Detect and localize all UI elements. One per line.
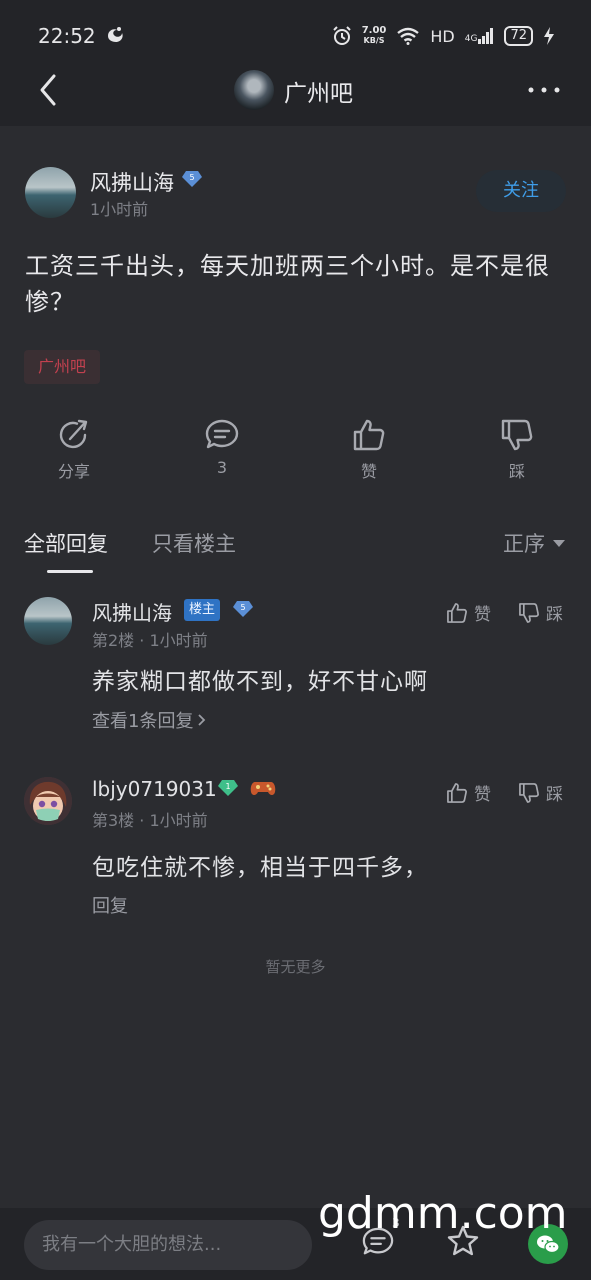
more-options-icon[interactable] <box>527 78 561 102</box>
reply-text: 包吃住就不惨，相当于四千多， <box>92 855 428 881</box>
svg-text:5: 5 <box>189 173 194 182</box>
separator-dot: · <box>139 811 150 830</box>
top-bar: 22:52 7.00 KB/S HD 4G 72 广州吧 <box>0 0 591 126</box>
view-replies-link[interactable]: 查看1条回复 <box>92 707 207 733</box>
like-label: 赞 <box>360 462 377 481</box>
comment-input[interactable]: 我有一个大胆的想法... <box>24 1220 312 1270</box>
chevron-right-icon <box>198 714 206 726</box>
reply-avatar[interactable] <box>24 597 72 645</box>
uc-browser-icon <box>108 27 123 42</box>
forum-title[interactable]: 广州吧 <box>284 74 353 108</box>
thumbs-up-icon <box>447 602 467 623</box>
share-action[interactable]: 分享 <box>26 418 122 482</box>
sort-label: 正序 <box>503 532 545 556</box>
reply-dislike-button[interactable]: 踩 <box>518 600 563 625</box>
post-time: 1小时前 <box>90 200 149 219</box>
comment-count: 3 <box>216 458 228 477</box>
cell-signal: 4G <box>465 28 495 44</box>
forum-avatar[interactable] <box>234 70 274 110</box>
post-author-name[interactable]: 风拂山海 <box>90 167 174 197</box>
level-diamond-icon: 5 <box>233 601 253 617</box>
comment-icon <box>205 419 239 449</box>
reply-meta: 第2楼 · 1小时前 <box>92 627 208 651</box>
dislike-label: 踩 <box>508 462 525 481</box>
thumbs-down-icon <box>519 602 539 623</box>
charging-icon <box>544 27 554 45</box>
tab-all-replies[interactable]: 全部回复 <box>24 528 108 558</box>
dislike-action[interactable]: 踩 <box>469 418 565 482</box>
cartoon-avatar-icon <box>24 777 72 825</box>
reply-author[interactable]: lbjy0719031 <box>92 777 217 801</box>
network-speed: 7.00 KB/S <box>361 25 387 46</box>
watermark: gdmm.com <box>318 1188 568 1239</box>
no-more-text: 暂无更多 <box>265 958 326 976</box>
level-diamond-icon: 5 <box>182 171 202 187</box>
status-icons: 7.00 KB/S HD 4G 72 <box>332 24 555 48</box>
level-diamond-icon: 1 <box>218 780 238 796</box>
signal-bars-icon <box>478 28 494 44</box>
reply-text: 养家糊口都做不到，好不甘心啊 <box>92 669 428 695</box>
reply-like-button[interactable]: 赞 <box>446 600 491 625</box>
tab-host-only[interactable]: 只看楼主 <box>152 528 236 558</box>
comment-action[interactable]: 3 <box>174 418 270 477</box>
forum-tag[interactable]: 广州吧 <box>24 350 101 384</box>
post-title: 工资三千出头，每天加班两三个小时。是不是很惨？ <box>25 252 550 316</box>
alarm-icon <box>332 26 351 45</box>
host-badge: 楼主 <box>184 599 221 621</box>
follow-button[interactable]: 关注 <box>476 170 566 212</box>
reply-like-button[interactable]: 赞 <box>446 780 491 805</box>
status-time: 22:52 <box>38 24 96 48</box>
thumbs-down-icon <box>519 782 539 803</box>
like-action[interactable]: 赞 <box>321 418 417 482</box>
battery-level: 72 <box>504 26 533 46</box>
thumbs-down-icon <box>501 419 533 451</box>
thumbs-up-icon <box>353 419 385 451</box>
caret-down-icon <box>553 539 565 547</box>
thumbs-up-icon <box>447 782 467 803</box>
reply-floor: 第2楼 <box>92 631 135 650</box>
post-author-avatar[interactable] <box>25 167 76 218</box>
reply-dislike-button[interactable]: 踩 <box>518 780 563 805</box>
reply-avatar[interactable] <box>24 777 72 825</box>
tab-underline <box>47 570 93 573</box>
hd-label: HD <box>430 26 455 46</box>
reply-floor: 第3楼 <box>92 811 135 830</box>
reply-meta: 第3楼 · 1小时前 <box>92 807 208 831</box>
sort-dropdown[interactable]: 正序 <box>503 528 565 558</box>
reply-time: 1小时前 <box>149 811 208 830</box>
game-controller-icon <box>250 782 276 795</box>
wifi-icon <box>397 27 420 45</box>
share-icon <box>59 419 88 449</box>
back-arrow-icon[interactable] <box>34 72 64 108</box>
share-label: 分享 <box>57 462 90 481</box>
reply-author[interactable]: 风拂山海 <box>92 597 172 626</box>
separator-dot: · <box>139 631 150 650</box>
svg-text:1: 1 <box>225 782 230 791</box>
reply-time: 1小时前 <box>149 631 208 650</box>
nav-bar: 广州吧 <box>0 56 591 126</box>
svg-text:5: 5 <box>240 603 245 612</box>
reply-link[interactable]: 回复 <box>92 892 128 918</box>
